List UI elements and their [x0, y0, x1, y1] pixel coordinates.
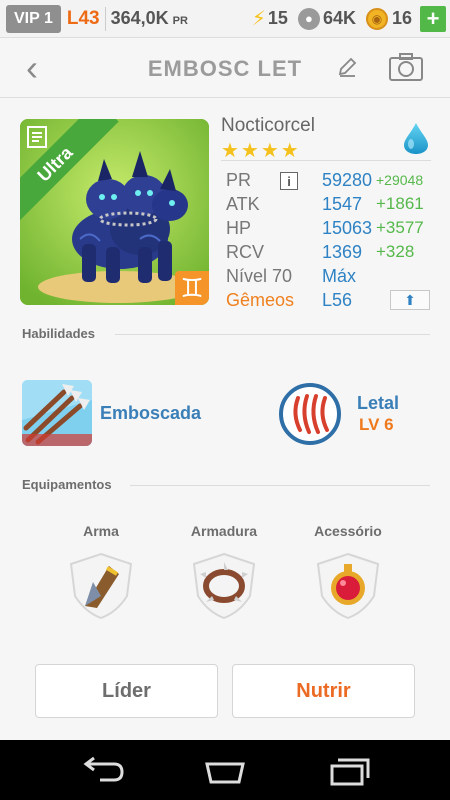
currency-group: ⚡ 15 ● 64K ◉ 16 + — [244, 5, 446, 32]
monster-portrait[interactable]: Ultra ♊ — [20, 119, 209, 305]
ambush-skill-icon[interactable] — [22, 380, 92, 446]
paw-icon: ● — [297, 7, 320, 30]
power-value: 364,0K — [110, 8, 169, 28]
system-nav-bar — [0, 740, 450, 800]
armor-collar-icon[interactable] — [190, 552, 258, 620]
stat-value-level: Máx — [322, 266, 357, 286]
player-power: 364,0K PR — [111, 8, 188, 29]
stat-label-atk: ATK — [226, 194, 260, 214]
page-header: ‹ EMBOSC LET — [0, 38, 450, 98]
arrow-up-icon: ⬆ — [404, 291, 416, 308]
gold-value: 16 — [391, 8, 412, 28]
passive-skill-level: LV 6 — [359, 415, 394, 434]
stat-value-pr: 59280 — [322, 170, 373, 190]
water-element-icon — [404, 123, 428, 154]
arrows-icon — [22, 380, 92, 446]
stat-value-hp: 15063 — [322, 218, 373, 238]
stat-bonus-atk: +1861 — [376, 194, 424, 213]
info-icon[interactable]: i — [280, 172, 298, 190]
skills-divider — [115, 334, 430, 335]
stat-value-atk: 1547 — [322, 194, 363, 214]
stat-bonus-pr: +29048 — [376, 172, 424, 188]
stat-bonus-hp: +3577 — [376, 218, 424, 237]
stat-label-rcv: RCV — [226, 242, 265, 262]
stat-value-rcv: 1369 — [322, 242, 363, 262]
monster-name: Nocticorcel — [221, 115, 315, 136]
stat-label-level: Nível 70 — [226, 266, 293, 286]
gold-counter[interactable]: ◉ 16 — [365, 7, 412, 30]
food-value: 64K — [322, 8, 356, 28]
stat-label-pr: PR — [226, 170, 252, 190]
food-counter[interactable]: ● 64K — [297, 7, 356, 30]
back-arrow-icon[interactable] — [78, 754, 126, 788]
name-divider — [221, 160, 431, 161]
document-icon[interactable] — [26, 125, 48, 149]
edit-pencil-icon[interactable] — [332, 52, 362, 82]
stat-value-twin: L56 — [322, 290, 353, 310]
status-bar: VIP 1 L43 364,0K PR ⚡ 15 ● 64K ◉ 16 + — [0, 0, 450, 38]
energy-counter[interactable]: ⚡ 15 — [252, 6, 288, 31]
accessory-gem-icon[interactable] — [314, 552, 382, 620]
leader-button[interactable]: Líder — [35, 664, 218, 718]
stat-label-hp: HP — [226, 218, 252, 238]
stat-bonus-rcv: +328 — [376, 242, 415, 261]
power-unit: PR — [172, 15, 188, 27]
vip-badge[interactable]: VIP 1 — [6, 4, 61, 33]
weapon-claw-icon[interactable] — [67, 552, 135, 620]
weapon-label: Arma — [83, 523, 119, 539]
page-title: EMBOSC LET — [147, 56, 303, 81]
gemini-zodiac-icon: ♊ — [175, 271, 209, 305]
energy-value: 15 — [267, 8, 288, 28]
skills-section-title: Habilidades — [22, 326, 95, 341]
equipment-section-title: Equipamentos — [22, 477, 112, 492]
player-level: L43 — [66, 7, 100, 29]
feed-button[interactable]: Nutrir — [232, 664, 415, 718]
active-skill-name[interactable]: Emboscada — [100, 403, 201, 424]
coin-icon: ◉ — [365, 7, 388, 30]
add-currency-button[interactable]: + — [420, 5, 446, 32]
stat-label-twin: Gêmeos — [226, 290, 295, 310]
equipment-divider — [130, 485, 430, 486]
lightning-icon: ⚡ — [251, 8, 266, 30]
upgrade-button[interactable]: ⬆ — [390, 290, 430, 310]
claw-passive-icon[interactable] — [278, 382, 342, 446]
accessory-label: Acessório — [314, 523, 382, 539]
status-divider — [104, 6, 106, 31]
home-icon[interactable] — [201, 754, 249, 788]
camera-icon[interactable] — [388, 52, 424, 82]
recent-apps-icon[interactable] — [326, 754, 374, 788]
armor-label: Armadura — [190, 523, 258, 539]
passive-skill-name[interactable]: Letal — [357, 393, 399, 414]
